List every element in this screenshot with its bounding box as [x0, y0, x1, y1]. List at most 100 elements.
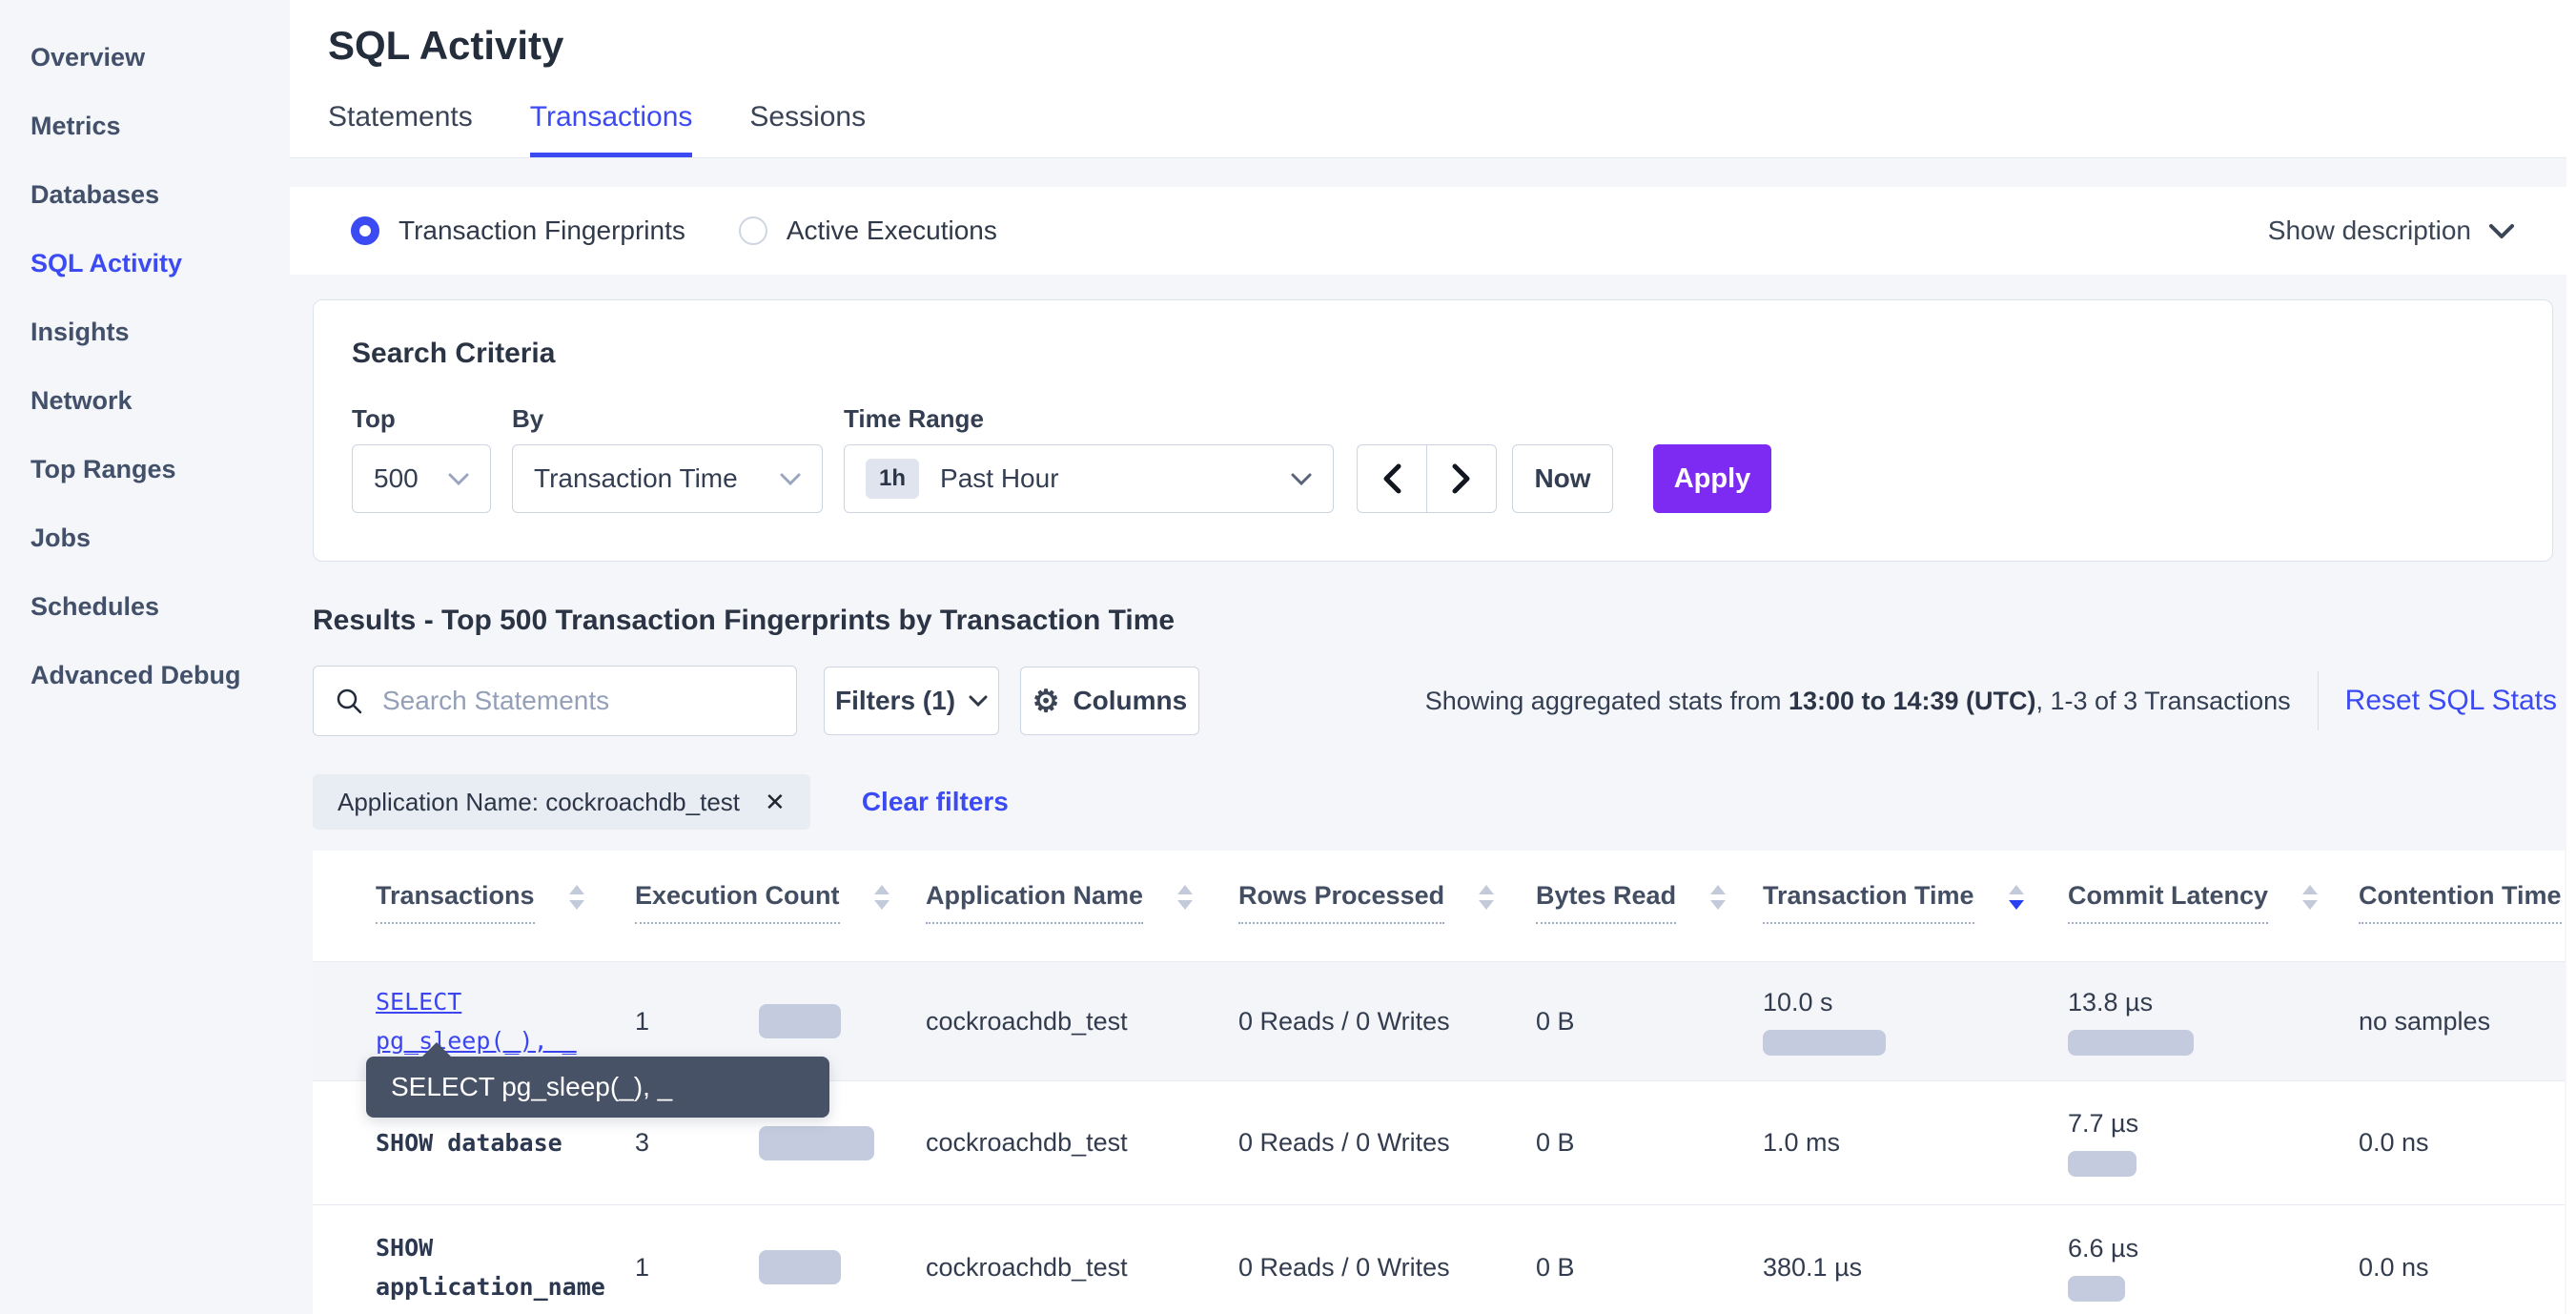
transaction-fingerprint-link[interactable]: SHOW application_name — [376, 1228, 635, 1306]
filter-chip-label: Application Name: cockroachdb_test — [337, 788, 740, 817]
apply-button[interactable]: Apply — [1653, 444, 1771, 513]
transaction-time-cell: 380.1 µs — [1763, 1253, 2068, 1283]
commit-latency-bar — [2068, 1030, 2194, 1056]
sidebar-item-insights[interactable]: Insights — [0, 298, 290, 366]
column-header-application-name[interactable]: Application Name — [926, 881, 1238, 961]
sidebar-item-sql-activity[interactable]: SQL Activity — [0, 229, 290, 298]
sort-icon[interactable] — [1710, 885, 1726, 910]
rows-processed-cell: 0 Reads / 0 Writes — [1238, 1007, 1536, 1037]
sidebar-item-advanced-debug[interactable]: Advanced Debug — [0, 641, 290, 709]
execution-count-cell: 1 — [635, 1004, 926, 1038]
radio-unselected-icon — [739, 216, 767, 245]
by-select[interactable]: Transaction Time — [512, 444, 823, 513]
transaction-fingerprint-link[interactable]: SHOW database — [376, 1123, 635, 1162]
rows-processed-cell: 0 Reads / 0 Writes — [1238, 1128, 1536, 1158]
bytes-read-cell: 0 B — [1536, 1128, 1763, 1158]
application-name-cell: cockroachdb_test — [926, 1253, 1238, 1283]
sidebar-item-databases[interactable]: Databases — [0, 160, 290, 229]
sidebar-item-metrics[interactable]: Metrics — [0, 92, 290, 160]
time-range-label: Time Range — [844, 404, 1336, 433]
sidebar: Overview Metrics Databases SQL Activity … — [0, 0, 290, 1314]
search-icon — [335, 687, 363, 715]
column-header-commit-latency[interactable]: Commit Latency — [2068, 881, 2359, 961]
execution-count-bar — [759, 1126, 874, 1160]
close-icon[interactable]: ✕ — [765, 788, 786, 817]
column-header-execution-count[interactable]: Execution Count — [635, 881, 926, 961]
filters-button-label: Filters (1) — [835, 686, 955, 716]
now-button[interactable]: Now — [1512, 444, 1613, 513]
execution-count-cell: 1 — [635, 1250, 926, 1284]
page-title: SQL Activity — [328, 23, 2576, 69]
radio-label: Transaction Fingerprints — [399, 216, 685, 246]
previous-interval-button[interactable] — [1357, 444, 1427, 513]
active-filters-row: Application Name: cockroachdb_test ✕ Cle… — [313, 774, 2553, 830]
results-heading: Results - Top 500 Transaction Fingerprin… — [313, 604, 2553, 637]
radio-active-executions[interactable]: Active Executions — [739, 216, 997, 246]
radio-selected-icon — [351, 216, 379, 245]
commit-latency-cell: 6.6 µs — [2068, 1234, 2359, 1302]
transactions-table: Transactions Execution Count Application… — [313, 851, 2565, 1314]
search-criteria-title: Search Criteria — [352, 337, 2514, 370]
column-header-transactions[interactable]: Transactions — [376, 881, 635, 961]
transaction-fingerprint-link[interactable]: SELECT pg_sleep(_), _ — [376, 982, 635, 1060]
column-header-transaction-time[interactable]: Transaction Time — [1763, 881, 2068, 961]
sort-icon[interactable] — [1479, 885, 1494, 910]
search-statements-box — [313, 666, 797, 736]
sidebar-item-jobs[interactable]: Jobs — [0, 503, 290, 572]
clear-filters-link[interactable]: Clear filters — [862, 787, 1009, 817]
sort-icon[interactable] — [2302, 885, 2318, 910]
topbar: SQL Activity Statements Transactions Ses… — [290, 0, 2576, 158]
sidebar-item-schedules[interactable]: Schedules — [0, 572, 290, 641]
time-step-buttons — [1357, 444, 1497, 513]
sort-icon[interactable] — [1177, 885, 1193, 910]
chevron-down-icon — [448, 473, 469, 485]
reset-sql-stats-link[interactable]: Reset SQL Stats — [2345, 685, 2557, 717]
sort-icon-active-desc[interactable] — [2009, 885, 2024, 910]
results-controls: Filters (1) ⚙ Columns Showing aggregated… — [313, 666, 2557, 736]
sort-icon[interactable] — [874, 885, 889, 910]
filters-button[interactable]: Filters (1) — [824, 667, 999, 735]
column-header-bytes-read[interactable]: Bytes Read — [1536, 881, 1763, 961]
search-statements-input[interactable] — [380, 685, 775, 717]
gear-icon: ⚙ — [1032, 686, 1060, 716]
contention-time-cell: 0.0 ns — [2359, 1128, 2565, 1158]
application-name-cell: cockroachdb_test — [926, 1128, 1238, 1158]
time-range-select[interactable]: 1h Past Hour — [844, 444, 1334, 513]
column-header-contention-time[interactable]: Contention Time — [2359, 881, 2565, 961]
radio-label: Active Executions — [787, 216, 997, 246]
sidebar-item-overview[interactable]: Overview — [0, 23, 290, 92]
commit-latency-cell: 7.7 µs — [2068, 1109, 2359, 1177]
transaction-time-bar — [1763, 1030, 1886, 1056]
execution-count-bar — [759, 1004, 841, 1038]
rows-processed-cell: 0 Reads / 0 Writes — [1238, 1253, 1536, 1283]
time-range-value: Past Hour — [940, 463, 1059, 494]
application-name-cell: cockroachdb_test — [926, 1007, 1238, 1037]
radio-transaction-fingerprints[interactable]: Transaction Fingerprints — [351, 216, 685, 246]
chevron-down-icon — [2488, 223, 2515, 239]
sort-icon[interactable] — [569, 885, 584, 910]
tab-bar: Statements Transactions Sessions — [328, 101, 2576, 157]
filter-chip[interactable]: Application Name: cockroachdb_test ✕ — [313, 774, 810, 830]
tab-transactions[interactable]: Transactions — [530, 101, 693, 157]
tab-sessions[interactable]: Sessions — [749, 101, 866, 157]
statement-tooltip: SELECT pg_sleep(_), _ — [366, 1057, 829, 1118]
execution-count-cell: 3 — [635, 1126, 926, 1160]
search-criteria-card: Search Criteria Top 500 By Transaction T… — [313, 299, 2553, 562]
sidebar-item-top-ranges[interactable]: Top Ranges — [0, 435, 290, 503]
by-select-value: Transaction Time — [534, 463, 738, 494]
vertical-divider — [2318, 671, 2319, 730]
show-description-toggle[interactable]: Show description — [2268, 216, 2515, 246]
next-interval-button[interactable] — [1426, 444, 1497, 513]
sql-activity-page: Overview Metrics Databases SQL Activity … — [0, 0, 2576, 1314]
top-field: Top 500 — [352, 404, 491, 513]
top-select[interactable]: 500 — [352, 444, 491, 513]
column-header-rows-processed[interactable]: Rows Processed — [1238, 881, 1536, 961]
commit-latency-bar — [2068, 1151, 2136, 1177]
bytes-read-cell: 0 B — [1536, 1007, 1763, 1037]
sidebar-item-network[interactable]: Network — [0, 366, 290, 435]
tab-statements[interactable]: Statements — [328, 101, 473, 157]
table-header-row: Transactions Execution Count Application… — [313, 851, 2565, 962]
transaction-time-cell: 10.0 s — [1763, 988, 2068, 1056]
transaction-time-cell: 1.0 ms — [1763, 1128, 2068, 1158]
columns-button[interactable]: ⚙ Columns — [1020, 667, 1199, 735]
